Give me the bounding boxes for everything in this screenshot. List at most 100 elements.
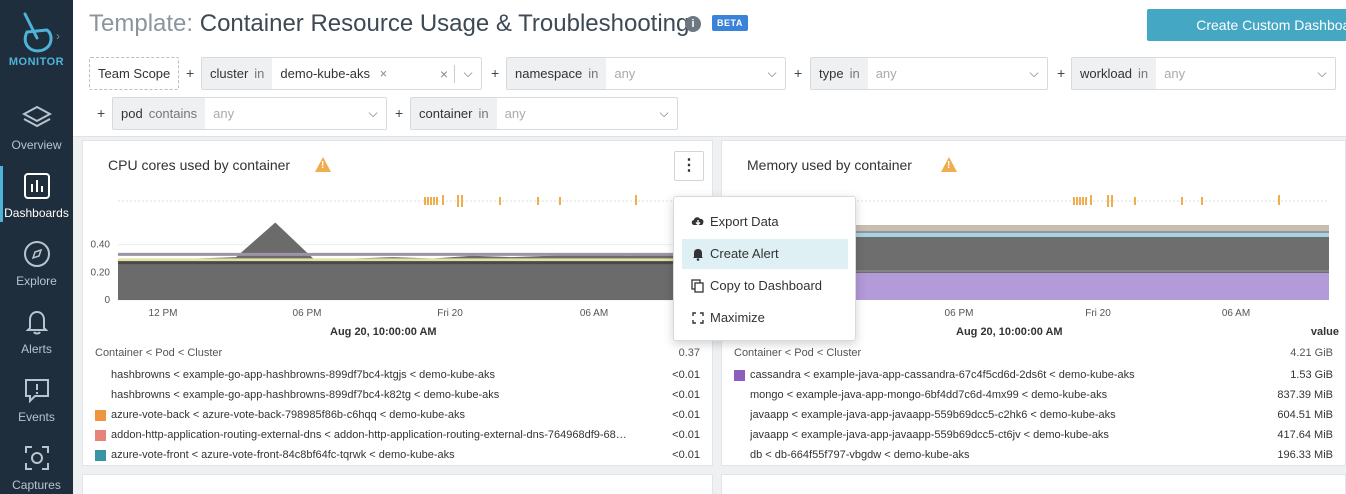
y-tick-label: 0 — [104, 295, 110, 306]
event-marker — [433, 197, 435, 205]
legend-row[interactable]: hashbrowns < example-go-app-hashbrowns-8… — [95, 367, 700, 385]
legend-row[interactable]: addon-http-application-routing-external-… — [95, 427, 700, 445]
sidebar-item-alerts[interactable]: Alerts — [0, 308, 73, 372]
chevron-down-icon[interactable]: ⌵ — [651, 106, 677, 121]
sidebar-item-dashboards[interactable]: Dashboards — [0, 166, 73, 236]
compass-icon — [23, 241, 50, 267]
legend-label: hashbrowns < example-go-app-hashbrowns-8… — [111, 369, 495, 381]
event-marker — [1201, 197, 1203, 205]
add-filter-plus[interactable]: + — [186, 65, 194, 81]
filter-label: pod contains — [113, 98, 206, 129]
bell-icon — [693, 249, 703, 261]
legend-row[interactable]: azure-vote-front < azure-vote-front-84c8… — [95, 447, 700, 465]
namespace-filter[interactable]: namespace in any ⌵ — [506, 57, 786, 90]
event-marker — [1079, 197, 1081, 205]
menu-item-create-alert[interactable]: Create Alert — [682, 239, 848, 269]
event-marker — [457, 195, 459, 207]
menu-item-maximize[interactable]: Maximize — [682, 303, 848, 333]
maximize-icon — [692, 312, 704, 324]
x-tick-label: 06 PM — [945, 308, 974, 319]
cpu-chart[interactable]: 0 0.20 0.40 12 PM 06 PM Fri 20 06 AM — [83, 189, 714, 324]
sidebar-item-events[interactable]: Events — [0, 376, 73, 440]
add-filter-plus[interactable]: + — [1057, 65, 1065, 81]
sidebar-item-label: Events — [18, 410, 55, 424]
chevron-down-icon[interactable]: ⌵ — [1021, 66, 1047, 81]
panel-below-left — [82, 474, 713, 494]
chevron-down-icon[interactable]: ⌵ — [455, 66, 481, 81]
legend-row[interactable]: cassandra < example-java-app-cassandra-6… — [734, 367, 1333, 385]
legend-value: <0.01 — [672, 449, 700, 461]
legend-value: 604.51 MiB — [1277, 409, 1333, 421]
pod-filter-value: any — [213, 106, 235, 121]
sidebar: MONITOR › Overview Dashboards Explore Al… — [0, 0, 73, 494]
x-tick-label: 06 PM — [293, 308, 322, 319]
type-filter-value: any — [875, 66, 897, 81]
container-filter-value: any — [504, 106, 526, 121]
namespace-filter-value: any — [614, 66, 636, 81]
title-prefix: Template: — [89, 10, 194, 37]
menu-item-copy-to-dashboard[interactable]: Copy to Dashboard — [682, 271, 848, 301]
add-filter-plus[interactable]: + — [395, 105, 403, 121]
cluster-filter[interactable]: cluster in demo-kube-aks × × ⌵ — [201, 57, 482, 90]
sidebar-item-captures[interactable]: Captures — [0, 444, 73, 494]
filter-label: cluster in — [202, 58, 273, 89]
legend-value: 837.39 MiB — [1277, 389, 1333, 401]
sidebar-item-overview[interactable]: Overview — [0, 104, 73, 168]
warning-icon[interactable]: ! — [941, 157, 957, 172]
expand-chevron-icon[interactable]: › — [56, 29, 60, 43]
sidebar-item-explore[interactable]: Explore — [0, 240, 73, 304]
create-custom-dashboard-button[interactable]: Create Custom Dashboard — [1147, 9, 1346, 41]
container-filter[interactable]: container in any ⌵ — [410, 97, 678, 130]
panel-context-menu: Export Data Create Alert Copy to Dashboa… — [673, 196, 856, 341]
chevron-down-icon[interactable]: ⌵ — [759, 66, 785, 81]
legend-row[interactable]: hashbrowns < example-go-app-hashbrowns-8… — [95, 387, 700, 405]
clear-filter-icon[interactable]: × — [434, 66, 454, 82]
event-marker — [1181, 197, 1183, 205]
add-filter-plus[interactable]: + — [97, 105, 105, 121]
filter-label: namespace in — [507, 58, 607, 89]
info-icon[interactable]: i — [685, 16, 701, 32]
hover-timestamp: Aug 20, 10:00:00 AM — [330, 326, 437, 338]
chevron-down-icon[interactable]: ⌵ — [360, 106, 386, 121]
workload-filter[interactable]: workload in any ⌵ — [1071, 57, 1336, 90]
remove-value-icon[interactable]: × — [380, 66, 388, 81]
legend-row[interactable]: javaapp < example-java-app-javaapp-559b6… — [734, 407, 1333, 425]
legend-label: db < db-664f55f797-vbgdw < demo-kube-aks — [750, 449, 970, 461]
event-marker — [436, 197, 438, 205]
legend-row[interactable]: azure-vote-back < azure-vote-back-798985… — [95, 407, 700, 425]
legend-row[interactable]: javaapp < example-java-app-javaapp-559b6… — [734, 427, 1333, 445]
hover-timestamp: Aug 20, 10:00:00 AM — [956, 326, 1063, 338]
sidebar-item-label: Captures — [12, 478, 61, 492]
add-filter-plus[interactable]: + — [491, 65, 499, 81]
series-swatch — [95, 430, 106, 441]
x-tick-label: 06 AM — [1222, 308, 1250, 319]
dashboard-header: Template: Container Resource Usage & Tro… — [73, 0, 1346, 137]
event-marker — [1085, 197, 1087, 205]
cpu-panel: CPU cores used by container ! ⋮ 0 0.20 0.4… — [82, 140, 713, 466]
capture-icon — [24, 446, 49, 470]
type-filter[interactable]: type in any ⌵ — [810, 57, 1048, 90]
menu-item-export-data[interactable]: Export Data — [682, 207, 848, 237]
pod-filter[interactable]: pod contains any ⌵ — [112, 97, 387, 130]
warning-icon[interactable]: ! — [315, 157, 331, 172]
team-scope-button[interactable]: Team Scope — [89, 57, 180, 90]
brand-label: MONITOR — [8, 56, 65, 68]
event-marker — [461, 195, 463, 207]
event-marker — [1073, 197, 1075, 205]
event-marker — [1076, 197, 1078, 205]
legend-row[interactable]: mongo < example-java-app-mongo-6bf4dd7c6… — [734, 387, 1333, 405]
cluster-filter-value: demo-kube-aks × — [280, 66, 388, 81]
legend-label: azure-vote-back < azure-vote-back-798985… — [111, 409, 466, 421]
panel-menu-button[interactable]: ⋮ — [674, 151, 704, 181]
legend-row[interactable]: db < db-664f55f797-vbgdw < demo-kube-aks… — [734, 447, 1333, 465]
series-swatch — [95, 410, 106, 421]
event-marker — [499, 197, 501, 205]
event-marker — [1090, 195, 1092, 205]
legend-label: javaapp < example-java-app-javaapp-559b6… — [750, 409, 1116, 421]
x-tick-label: Fri 20 — [437, 308, 463, 319]
bar-chart-icon — [23, 173, 50, 199]
chevron-down-icon[interactable]: ⌵ — [1309, 66, 1335, 81]
brand-logo[interactable]: MONITOR — [0, 10, 73, 68]
legend-label: mongo < example-java-app-mongo-6bf4dd7c6… — [750, 389, 1108, 401]
add-filter-plus[interactable]: + — [794, 65, 802, 81]
